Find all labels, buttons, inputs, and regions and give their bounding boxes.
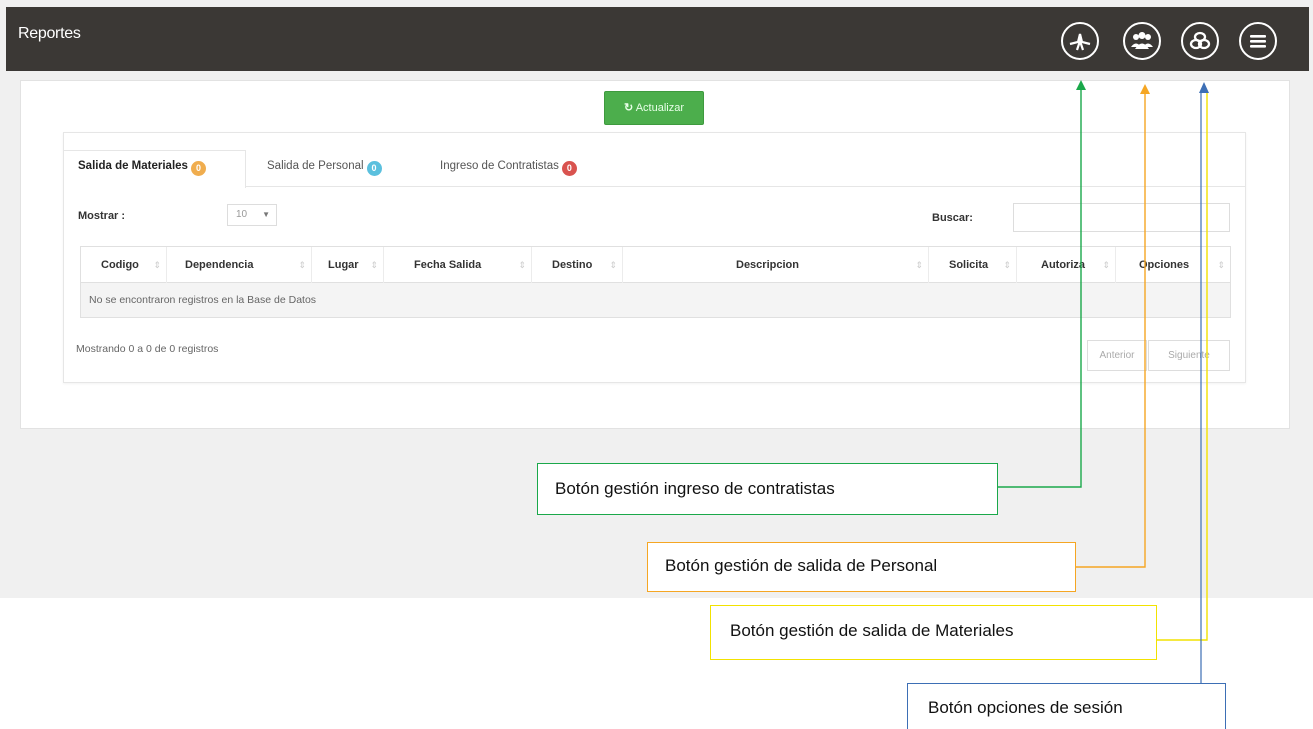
connector-session	[1174, 91, 1202, 710]
arrowhead-contractors	[1076, 80, 1086, 90]
arrowhead-session	[1199, 82, 1209, 93]
callout-materials: Botón gestión de salida de Materiales	[710, 605, 1157, 660]
callout-contractors: Botón gestión ingreso de contratistas	[537, 463, 998, 515]
callout-personnel: Botón gestión de salida de Personal	[647, 542, 1076, 592]
callout-session: Botón opciones de sesión	[907, 683, 1226, 729]
connector-personnel	[1076, 91, 1146, 568]
connector-materials	[1157, 91, 1208, 641]
arrowhead-personnel	[1140, 84, 1150, 94]
connector-contractors	[998, 87, 1082, 488]
